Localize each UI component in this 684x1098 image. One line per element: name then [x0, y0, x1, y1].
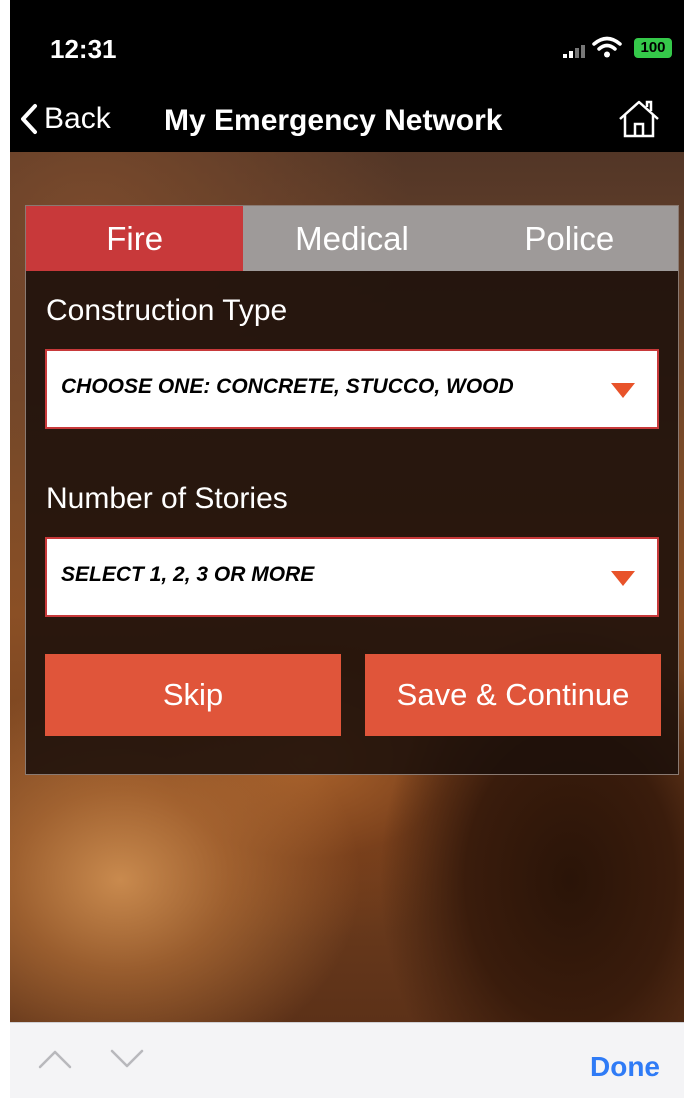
done-button[interactable]: Done	[590, 1051, 660, 1083]
tab-police[interactable]: Police	[460, 206, 678, 271]
nav-bar: Back My Emergency Network	[10, 90, 684, 152]
emergency-form-card: Fire Medical Police Construction Type CH…	[25, 205, 679, 775]
tab-medical[interactable]: Medical	[243, 206, 461, 271]
back-label: Back	[44, 102, 111, 135]
save-continue-button[interactable]: Save & Continue	[365, 654, 661, 736]
keyboard-accessory-bar: Done	[10, 1022, 684, 1098]
home-icon[interactable]	[616, 98, 662, 145]
status-time: 12:31	[50, 34, 117, 64]
signal-icon	[563, 40, 587, 58]
number-of-stories-select[interactable]: SELECT 1, 2, 3 OR MORE	[45, 537, 659, 617]
back-button[interactable]: Back	[20, 102, 111, 136]
page-title: My Emergency Network	[164, 104, 503, 137]
tab-bar: Fire Medical Police	[26, 206, 678, 271]
tab-fire[interactable]: Fire	[26, 206, 244, 271]
construction-type-value: CHOOSE ONE: CONCRETE, STUCCO, WOOD	[61, 375, 514, 398]
app-screen: 12:31 100 Back My Emergency Network Fire…	[10, 0, 684, 1022]
dropdown-arrow-icon	[611, 571, 635, 586]
dropdown-arrow-icon	[611, 383, 635, 398]
number-of-stories-label: Number of Stories	[46, 482, 288, 515]
chevron-down-icon[interactable]	[110, 1049, 144, 1074]
construction-type-label: Construction Type	[46, 294, 288, 327]
number-of-stories-value: SELECT 1, 2, 3 OR MORE	[61, 563, 315, 586]
skip-button[interactable]: Skip	[45, 654, 341, 736]
chevron-left-icon	[21, 104, 37, 134]
battery-icon: 100	[634, 38, 672, 58]
chevron-up-icon[interactable]	[38, 1049, 72, 1074]
construction-type-select[interactable]: CHOOSE ONE: CONCRETE, STUCCO, WOOD	[45, 349, 659, 429]
wifi-icon	[592, 36, 622, 63]
status-bar: 12:31 100	[10, 0, 684, 90]
